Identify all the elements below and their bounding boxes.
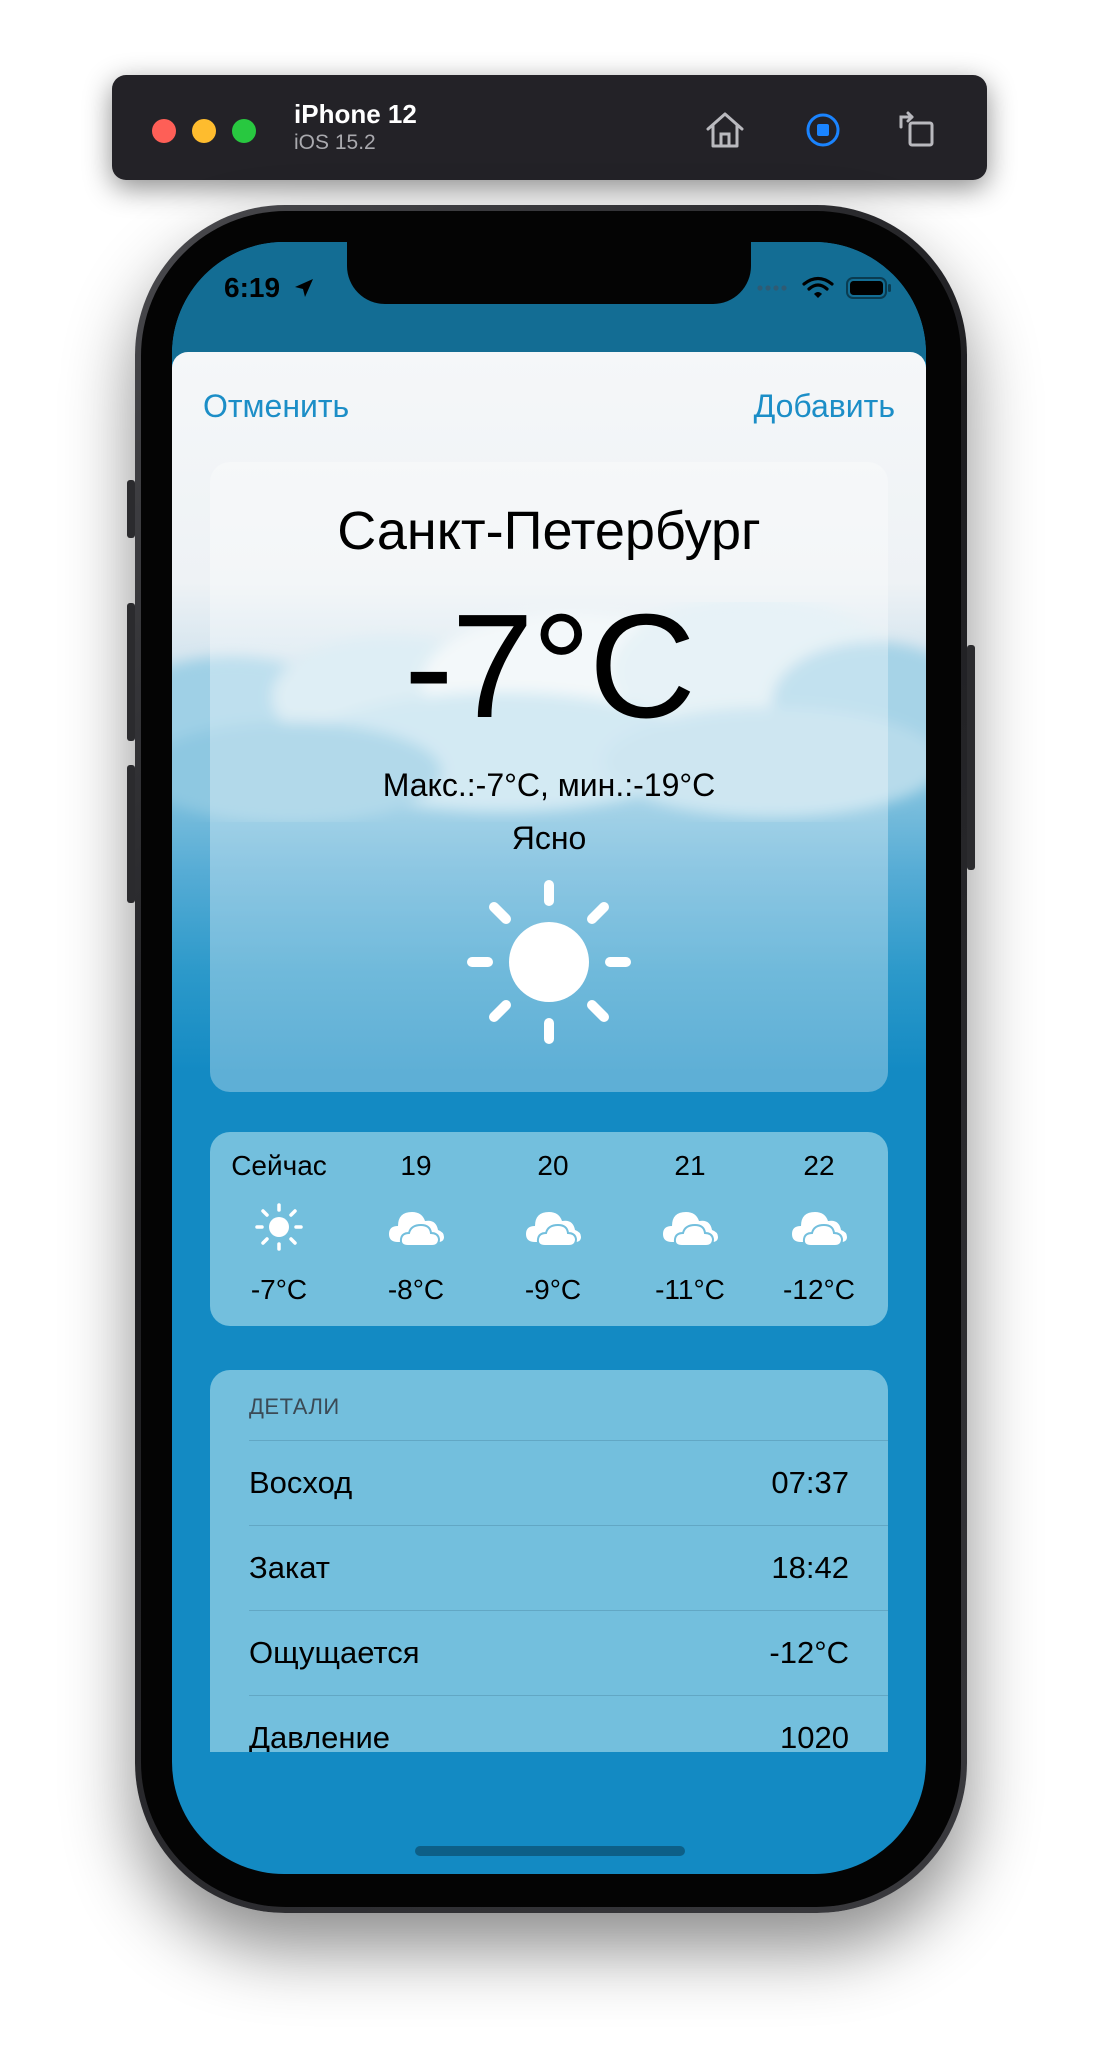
hourly-item: 22 -12°C <box>750 1132 888 1326</box>
wifi-icon <box>802 276 834 298</box>
cancel-button[interactable]: Отменить <box>203 388 349 425</box>
volume-up-button <box>127 603 135 741</box>
home-button[interactable] <box>700 105 750 155</box>
detail-label: Восход <box>249 1465 353 1500</box>
cellular-icon <box>757 285 787 291</box>
hourly-item: 21 -11°C <box>621 1132 759 1326</box>
hourly-item: 20 -9°C <box>484 1132 622 1326</box>
simulator-toolbar: iPhone 12 iOS 15.2 <box>112 75 987 180</box>
hourly-item: Сейчас -7°C <box>210 1132 348 1326</box>
detail-value: 18:42 <box>771 1550 849 1585</box>
hour-label: 20 <box>537 1150 569 1181</box>
rotate-icon <box>899 111 934 147</box>
detail-value: -12°C <box>769 1635 849 1670</box>
minimize-window-button[interactable] <box>192 119 216 143</box>
current-weather-card: Санкт-Петербург -7°C Макс.:-7°C, мин.:-1… <box>210 462 888 1092</box>
os-version: iOS 15.2 <box>294 131 376 154</box>
sun-icon <box>467 880 631 1044</box>
details-header: ДЕТАЛИ <box>249 1394 340 1419</box>
detail-row-sunrise: Восход 07:37 <box>249 1440 888 1525</box>
current-temperature: -7°C <box>404 584 696 749</box>
detail-row-sunset: Закат 18:42 <box>249 1525 888 1610</box>
hour-label: 21 <box>674 1150 706 1181</box>
hour-temperature: -7°C <box>250 1274 308 1305</box>
screenshot-icon <box>806 113 840 147</box>
weather-condition: Ясно <box>511 820 587 856</box>
status-time-text: 6:19 <box>224 272 281 303</box>
status-icons <box>756 276 892 300</box>
cloud-icon <box>389 1212 444 1247</box>
cloud-icon <box>526 1212 581 1247</box>
city-name: Санкт-Петербург <box>337 501 761 561</box>
desktop: iPhone 12 iOS 15.2 6:19 Отменить Добавит… <box>0 0 1098 2064</box>
rotate-button[interactable] <box>892 105 942 155</box>
hour-temperature: -12°C <box>783 1274 855 1305</box>
details-card: ДЕТАЛИ Восход 07:37 Закат 18:42 Ощущаетс… <box>210 1370 888 1752</box>
home-icon <box>706 112 744 148</box>
hourly-forecast: Сейчас -7°C 19 -8°C 20 -9°C 21 -11°C 22 … <box>210 1132 888 1326</box>
detail-label: Давление <box>249 1720 390 1752</box>
detail-value: 07:37 <box>771 1465 849 1500</box>
min-max-temperature: Макс.:-7°C, мин.:-19°C <box>382 767 716 803</box>
sun-icon <box>255 1203 303 1251</box>
hour-temperature: -11°C <box>655 1274 725 1305</box>
phone-screen: 6:19 Отменить Добавить Санкт-Петербург -… <box>172 242 926 1874</box>
device-name: iPhone 12 <box>294 99 417 129</box>
hourly-item: 19 -8°C <box>347 1132 485 1326</box>
cloud-icon <box>663 1212 718 1247</box>
hour-label: 22 <box>803 1150 835 1181</box>
add-city-sheet: Отменить Добавить Санкт-Петербург -7°C М… <box>172 352 926 1752</box>
notch <box>347 242 751 304</box>
volume-down-button <box>127 765 135 903</box>
add-button[interactable]: Добавить <box>754 388 895 425</box>
status-time: 6:19 <box>224 272 316 304</box>
hour-label: 19 <box>400 1150 432 1181</box>
battery-icon <box>846 277 891 299</box>
detail-label: Закат <box>249 1550 330 1585</box>
mute-switch <box>127 480 135 538</box>
power-button <box>967 645 975 870</box>
location-arrow-icon <box>294 279 313 297</box>
detail-row-feels-like: Ощущается -12°C <box>249 1610 888 1695</box>
detail-value: 1020 <box>780 1720 849 1752</box>
hour-temperature: -9°C <box>524 1274 582 1305</box>
home-indicator[interactable] <box>415 1846 685 1856</box>
hour-temperature: -8°C <box>387 1274 445 1305</box>
detail-row-pressure: Давление 1020 <box>249 1695 888 1752</box>
screenshot-button[interactable] <box>798 105 848 155</box>
close-window-button[interactable] <box>152 119 176 143</box>
cloud-icon <box>792 1212 847 1247</box>
hour-label: Сейчас <box>231 1150 327 1181</box>
detail-label: Ощущается <box>249 1635 420 1670</box>
zoom-window-button[interactable] <box>232 119 256 143</box>
